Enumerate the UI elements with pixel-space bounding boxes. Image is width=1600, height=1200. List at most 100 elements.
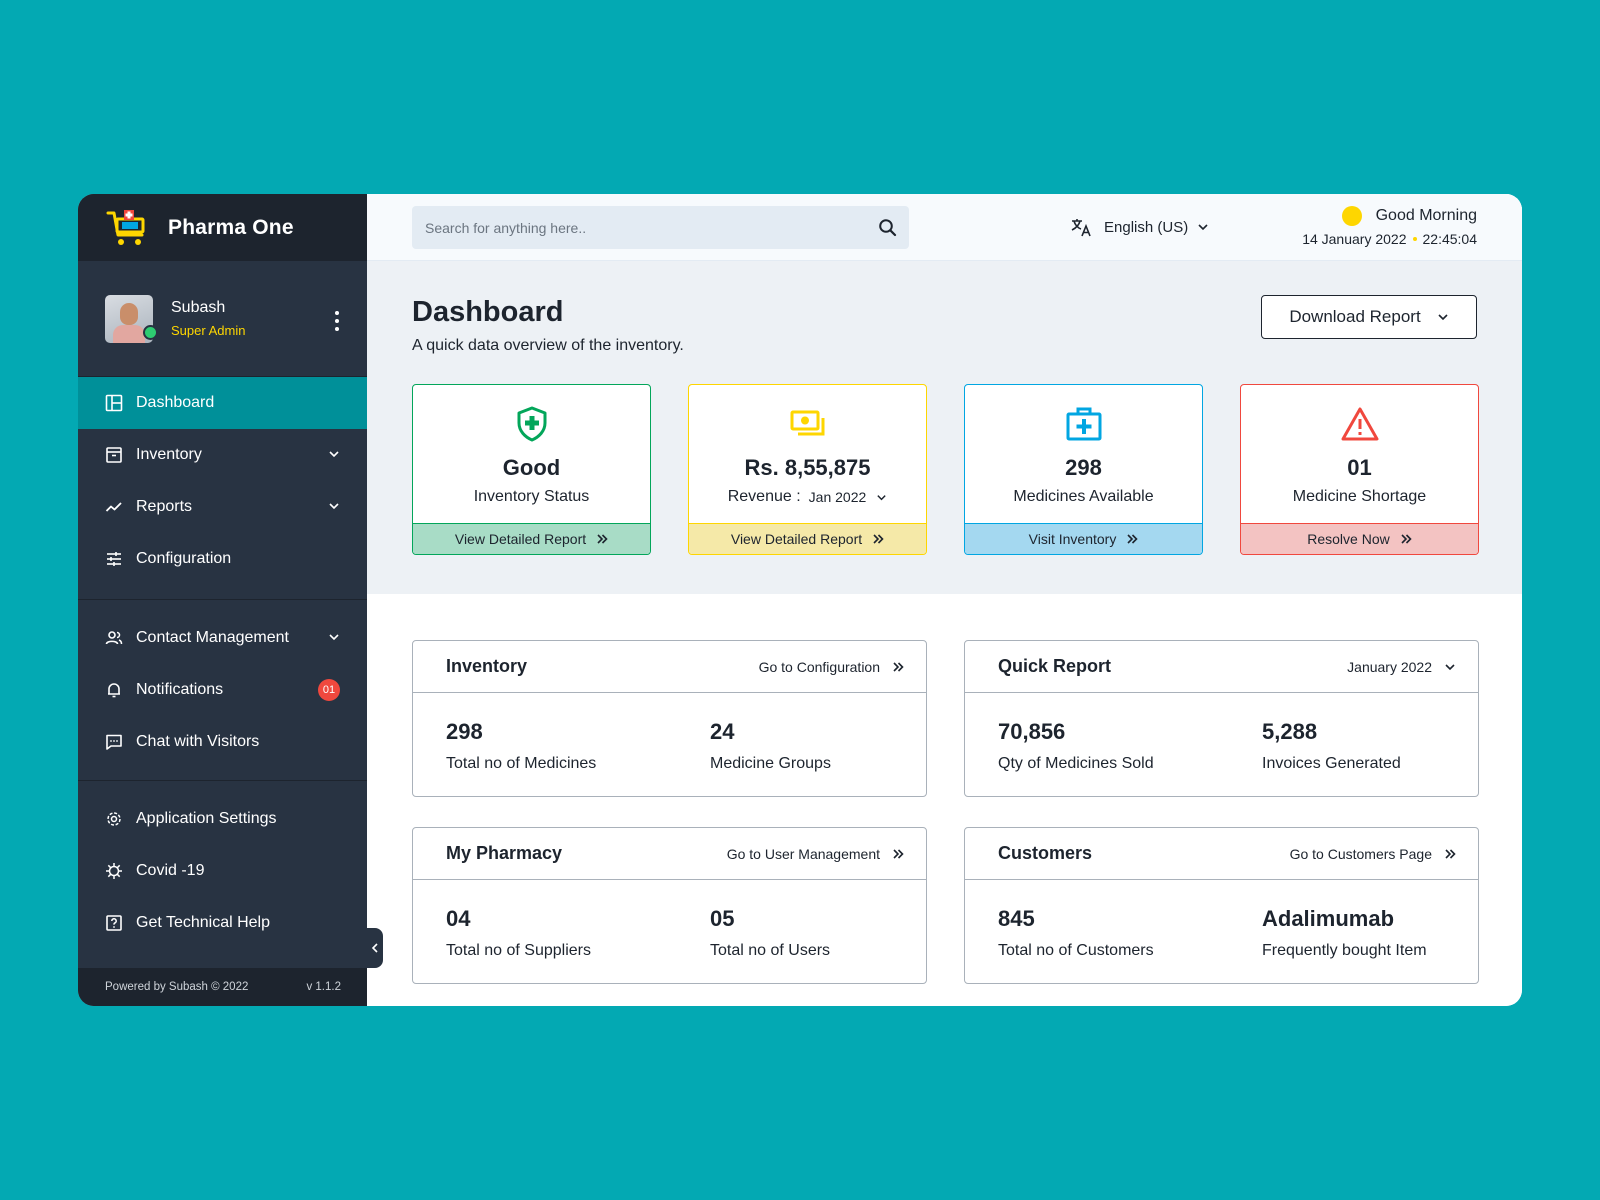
panel-link-label: Go to Configuration (758, 658, 880, 675)
download-report-button[interactable]: Download Report (1261, 295, 1477, 339)
sidebar-collapse-button[interactable] (367, 928, 383, 968)
summary-panels: Inventory Go to Configuration 298 Total n… (412, 640, 1479, 984)
view-detailed-report-link[interactable]: View Detailed Report (413, 523, 650, 554)
user-name: Subash (171, 299, 226, 316)
double-chevron-right-icon (597, 534, 608, 544)
go-to-configuration-link[interactable]: Go to Configuration (759, 659, 904, 675)
panel-stat-value: 24 (710, 719, 735, 744)
panel-stat-label: Total no of Users (710, 942, 831, 959)
sidebar-item-label: Get Technical Help (136, 914, 270, 931)
sidebar: Pharma One Subash Super Admin Dashboard (78, 194, 367, 1006)
sidebar-item-chat[interactable]: Chat with Visitors (78, 716, 367, 768)
contacts-icon (105, 629, 123, 647)
double-chevron-right-icon (1127, 534, 1138, 544)
sidebar-item-technical-help[interactable]: Get Technical Help (78, 897, 367, 949)
language-label: English (US) (1104, 218, 1189, 236)
chevron-down-icon (1438, 314, 1448, 321)
stat-card-medicines-available: 298 Medicines Available Visit Inventory (964, 384, 1203, 555)
stat-label: Medicines Available (1013, 488, 1154, 505)
go-to-customers-page-link[interactable]: Go to Customers Page (1290, 846, 1456, 862)
brand[interactable]: Pharma One (78, 194, 367, 261)
download-report-label: Download Report (1289, 307, 1421, 326)
go-to-user-management-link[interactable]: Go to User Management (727, 846, 904, 862)
bell-icon (105, 681, 123, 699)
search-icon[interactable] (878, 218, 897, 237)
panel-stat-label: Medicine Groups (710, 755, 831, 772)
top-bar: English (US) Good Morning 14 January 202… (367, 194, 1522, 261)
kebab-menu-icon[interactable] (335, 311, 339, 331)
panel-stat-value: 05 (710, 906, 735, 931)
panel-stat-label: Invoices Generated (1262, 755, 1401, 772)
search-input[interactable] (425, 219, 865, 236)
greeting-block: Good Morning 14 January 2022 22:45:04 (1302, 206, 1477, 247)
configuration-icon (105, 550, 123, 568)
stat-cards: Good Inventory Status View Detailed Repo… (412, 384, 1479, 555)
language-selector[interactable]: English (US) (1070, 216, 1209, 238)
stat-label: Revenue : (727, 488, 801, 505)
stat-action-label: View Detailed Report (730, 531, 863, 547)
nav-group-tertiary: Application Settings Covid -19 Get Techn… (78, 781, 367, 949)
sidebar-item-inventory[interactable]: Inventory (78, 429, 367, 481)
panel-stat-label: Total no of Medicines (446, 755, 597, 772)
gear-icon (105, 810, 123, 828)
search-box[interactable] (412, 206, 909, 249)
panel-link-label: Go to User Management (726, 845, 880, 862)
sidebar-item-covid[interactable]: Covid -19 (78, 845, 367, 897)
user-profile[interactable]: Subash Super Admin (78, 261, 367, 377)
view-detailed-report-link[interactable]: View Detailed Report (689, 523, 926, 554)
medkit-icon (1066, 407, 1101, 441)
powered-by-text: Powered by Subash © 2022 (105, 981, 249, 993)
chevron-down-icon[interactable] (328, 448, 340, 460)
resolve-now-link[interactable]: Resolve Now (1241, 523, 1478, 554)
greeting-text: Good Morning (1375, 207, 1477, 224)
sidebar-item-label: Reports (136, 498, 193, 515)
shield-plus-icon (517, 406, 546, 442)
panel-my-pharmacy: My Pharmacy Go to User Management 04 Tota… (412, 827, 927, 984)
stat-value: 01 (1347, 455, 1372, 480)
chevron-down-icon[interactable] (328, 500, 340, 512)
sidebar-item-reports[interactable]: Reports (78, 481, 367, 533)
sidebar-item-application-settings[interactable]: Application Settings (78, 793, 367, 845)
sidebar-item-notifications[interactable]: Notifications 01 (78, 664, 367, 716)
panel-stat-value: 5,288 (1262, 719, 1318, 744)
panel-title: Customers (998, 843, 1093, 863)
stat-label: Inventory Status (473, 488, 590, 505)
report-period-select[interactable]: January 2022 (1347, 659, 1456, 675)
report-period-label: January 2022 (1347, 658, 1432, 675)
date-time: 14 January 2022 22:45:04 (1302, 231, 1477, 247)
revenue-month-select[interactable]: Jan 2022 (809, 489, 867, 505)
translate-icon (1071, 219, 1091, 237)
sidebar-item-configuration[interactable]: Configuration (78, 533, 367, 585)
notification-count-badge: 01 (318, 679, 340, 701)
visit-inventory-link[interactable]: Visit Inventory (965, 523, 1202, 554)
current-time: 22:45:04 (1422, 231, 1478, 247)
help-icon (105, 914, 123, 932)
panel-stat-value: 845 (998, 906, 1035, 931)
stat-value: 298 (1065, 455, 1102, 480)
panel-title: Inventory (446, 656, 528, 676)
double-chevron-right-icon (893, 661, 904, 672)
page-title: Dashboard (412, 296, 564, 328)
sidebar-item-contact-management[interactable]: Contact Management (78, 612, 367, 664)
stat-value: Rs. 8,55,875 (744, 455, 871, 480)
stat-action-label: View Detailed Report (454, 531, 587, 547)
stat-value: Good (502, 455, 561, 480)
chevron-down-icon (1445, 663, 1455, 670)
panel-stat-value: Adalimumab (1262, 906, 1395, 931)
overview-section: Dashboard A quick data overview of the i… (367, 261, 1522, 594)
panel-stat-value: 04 (446, 906, 471, 931)
panel-inventory: Inventory Go to Configuration 298 Total n… (412, 640, 927, 797)
current-date: 14 January 2022 (1302, 231, 1407, 247)
main-content: English (US) Good Morning 14 January 202… (367, 194, 1522, 1006)
avatar[interactable] (105, 294, 158, 343)
online-status-indicator (143, 324, 158, 340)
sidebar-item-dashboard[interactable]: Dashboard (78, 377, 367, 429)
panel-stat-label: Qty of Medicines Sold (998, 755, 1154, 772)
sidebar-item-label: Inventory (136, 446, 202, 463)
chevron-down-icon[interactable] (876, 492, 887, 503)
warning-icon (1341, 407, 1378, 441)
chevron-down-icon[interactable] (328, 631, 340, 643)
double-chevron-right-icon (1401, 534, 1412, 544)
double-chevron-right-icon (1445, 848, 1456, 859)
panel-link-label: Go to Customers Page (1289, 845, 1432, 862)
